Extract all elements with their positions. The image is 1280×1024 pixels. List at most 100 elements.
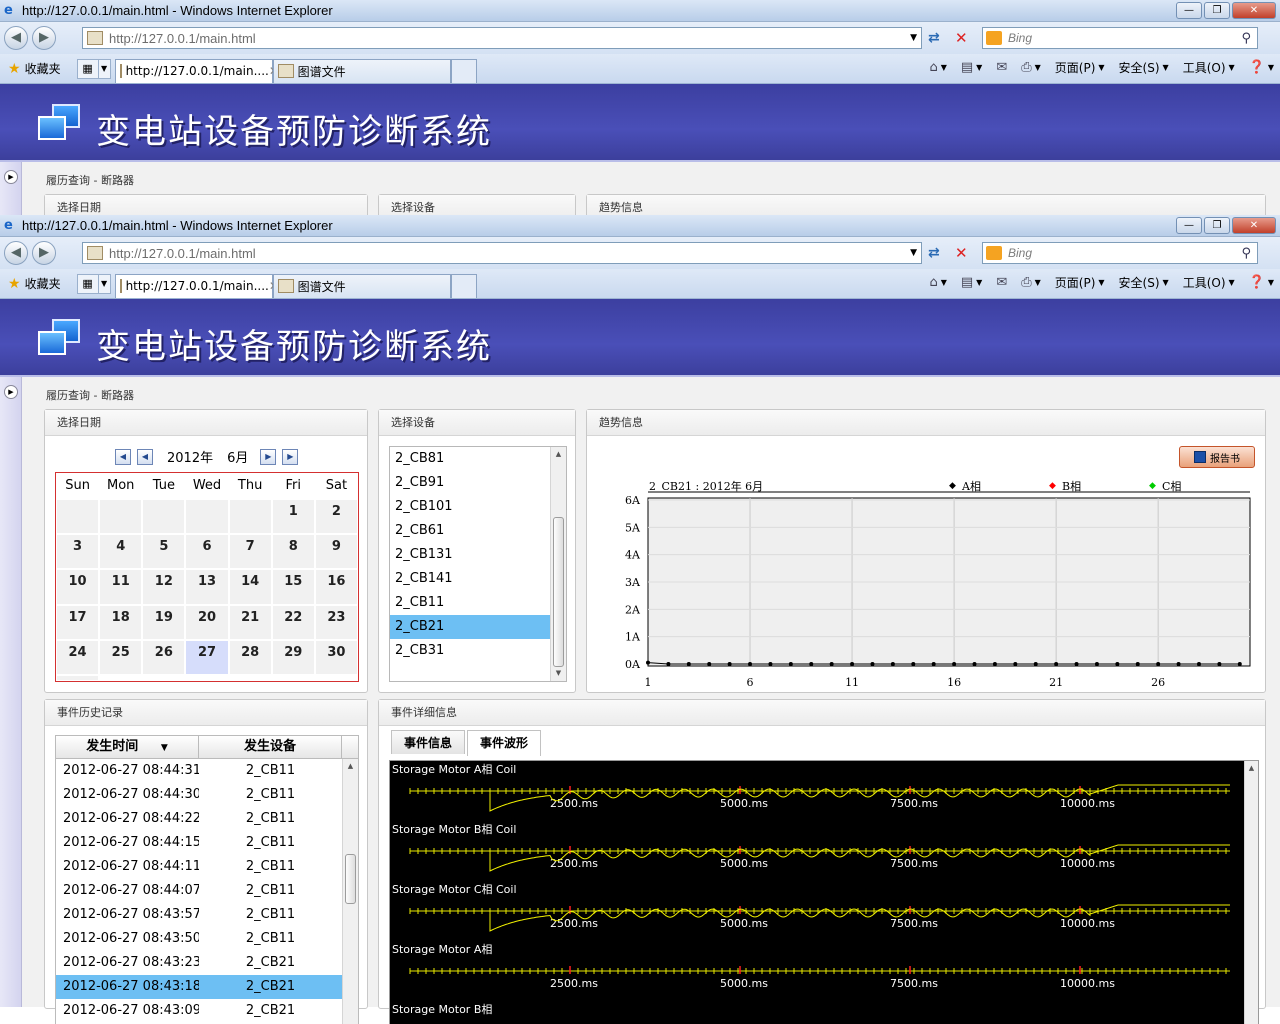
tab-spectrum[interactable]: 图谱文件 [272,58,451,83]
feeds-button[interactable]: ▤ ▼ [961,60,982,75]
print-button[interactable]: ⎙ ▼ [1021,60,1041,75]
restore-button[interactable]: ❐ [1204,2,1230,19]
calendar-day[interactable]: 6 [186,535,228,569]
calendar-day[interactable]: 19 [143,605,185,639]
close-button[interactable]: ✕ [1232,2,1276,19]
search-box[interactable]: Bing ⚲ [982,242,1258,264]
table-row[interactable]: 2012-06-27 08:44:15 2_CB11 [56,831,358,855]
tab-event-waveform[interactable]: 事件波形 [467,730,542,756]
expand-icon[interactable]: ▶ [4,385,18,399]
home-button[interactable]: ⌂ ▼ [929,60,946,75]
calendar-day[interactable]: 26 [143,640,185,674]
device-item[interactable]: 2_CB141 [390,567,566,591]
back-button[interactable]: ◀ [4,241,28,265]
device-list-scrollbar[interactable]: ▲ ▼ [550,447,566,681]
tab-main[interactable]: http://127.0.0.1/main.... ✕ [114,273,279,298]
star-icon[interactable]: ★ [8,61,21,77]
calendar-day[interactable]: 27 [186,640,228,674]
table-row[interactable]: 2012-06-27 08:43:57 2_CB11 [56,903,358,927]
table-row[interactable]: 2012-06-27 08:44:30 2_CB11 [56,783,358,807]
calendar-day[interactable]: 22 [272,605,314,639]
calendar-day[interactable]: 17 [57,605,99,639]
prev-year-button[interactable]: ◀ [115,448,131,465]
history-scrollbar[interactable]: ▲ [342,759,358,1024]
home-button[interactable]: ⌂ ▼ [929,275,946,290]
scroll-up-icon[interactable]: ▲ [551,447,566,462]
calendar-day[interactable]: 9 [315,535,357,569]
tools-menu[interactable]: 工具(O) ▼ [1183,274,1235,291]
table-row[interactable]: 2012-06-27 08:43:09 2_CB21 [56,999,358,1023]
device-item[interactable]: 2_CB31 [390,639,566,663]
device-item[interactable]: 2_CB131 [390,543,566,567]
star-icon[interactable]: ★ [8,276,21,292]
next-year-button[interactable]: ▶ [282,448,299,465]
page-menu[interactable]: 页面(P) ▼ [1055,59,1105,76]
calendar-day[interactable]: 7 [229,535,271,569]
scroll-thumb[interactable] [345,854,356,904]
next-month-button[interactable]: ▶ [260,448,277,465]
quick-tabs-icon[interactable]: ▦ [76,58,99,79]
search-box[interactable]: Bing ⚲ [982,27,1258,49]
scroll-up-icon[interactable]: ▲ [343,759,358,774]
safety-menu[interactable]: 安全(S) ▼ [1119,274,1169,291]
stop-icon[interactable]: ✕ [955,244,968,262]
calendar-day[interactable]: 10 [57,570,99,604]
calendar-day[interactable]: 30 [315,640,357,674]
calendar-day[interactable]: 23 [315,605,357,639]
tab-list-dropdown[interactable]: ▼ [98,273,111,294]
search-icon[interactable]: ⚲ [1241,246,1251,261]
chevron-down-icon[interactable]: ▼ [910,33,917,43]
table-row[interactable]: 2012-06-27 08:44:11 2_CB11 [56,855,358,879]
restore-button[interactable]: ❐ [1204,217,1230,234]
forward-button[interactable]: ▶ [32,26,56,50]
expand-icon[interactable]: ▶ [4,170,18,184]
device-item[interactable]: 2_CB101 [390,495,566,519]
table-row[interactable]: 2012-06-27 08:43:23 2_CB21 [56,951,358,975]
col-device-header[interactable]: 发生设备 [199,736,342,758]
forward-button[interactable]: ▶ [32,241,56,265]
safety-menu[interactable]: 安全(S) ▼ [1119,59,1169,76]
calendar-day[interactable]: 24 [57,640,99,674]
table-row[interactable]: 2012-06-27 08:43:18 2_CB21 [56,975,358,999]
new-tab-button[interactable] [450,273,477,298]
table-row[interactable]: 2012-06-27 08:44:22 2_CB11 [56,807,358,831]
calendar-day[interactable]: 21 [229,605,271,639]
tab-main[interactable]: http://127.0.0.1/main.... ✕ [114,58,279,83]
address-bar[interactable]: http://127.0.0.1/main.html ▼ [82,242,922,264]
help-button[interactable]: ❓ ▼ [1249,275,1274,290]
side-toggle[interactable]: ▶ [0,377,22,1007]
refresh-icon[interactable]: ⇄ [928,245,940,261]
device-item[interactable]: 2_CB61 [390,519,566,543]
calendar-day[interactable]: 2 [315,500,357,534]
device-item[interactable]: 2_CB91 [390,471,566,495]
refresh-icon[interactable]: ⇄ [928,30,940,46]
mail-button[interactable]: ✉ [996,275,1007,290]
page-menu[interactable]: 页面(P) ▼ [1055,274,1105,291]
device-item[interactable]: 2_CB21 [390,615,566,639]
mail-button[interactable]: ✉ [996,60,1007,75]
table-row[interactable]: 2012-06-27 08:44:07 2_CB11 [56,879,358,903]
side-toggle[interactable]: ▶ [0,162,22,215]
print-button[interactable]: ⎙ ▼ [1021,275,1041,290]
chevron-down-icon[interactable]: ▼ [910,248,917,258]
close-button[interactable]: ✕ [1232,217,1276,234]
calendar-day[interactable]: 11 [100,570,142,604]
tab-list-dropdown[interactable]: ▼ [98,58,111,79]
favorites-label[interactable]: 收藏夹 [25,60,61,77]
calendar-day[interactable]: 4 [100,535,142,569]
device-list[interactable]: 2_CB81 2_CB91 2_CB101 2_CB61 2_CB131 2_CB141 2… [389,446,567,682]
calendar-day[interactable]: 14 [229,570,271,604]
calendar-day[interactable]: 3 [57,535,99,569]
calendar-day[interactable]: 28 [229,640,271,674]
address-bar[interactable]: http://127.0.0.1/main.html ▼ [82,27,922,49]
tab-event-info[interactable]: 事件信息 [391,730,466,754]
back-button[interactable]: ◀ [4,26,28,50]
calendar-day[interactable]: 12 [143,570,185,604]
feeds-button[interactable]: ▤ ▼ [961,275,982,290]
help-button[interactable]: ❓ ▼ [1249,60,1274,75]
prev-month-button[interactable]: ◀ [137,448,153,465]
device-item[interactable]: 2_CB81 [390,447,566,471]
quick-tabs-icon[interactable]: ▦ [76,273,99,294]
calendar-day[interactable]: 5 [143,535,185,569]
calendar-day[interactable]: 16 [315,570,357,604]
